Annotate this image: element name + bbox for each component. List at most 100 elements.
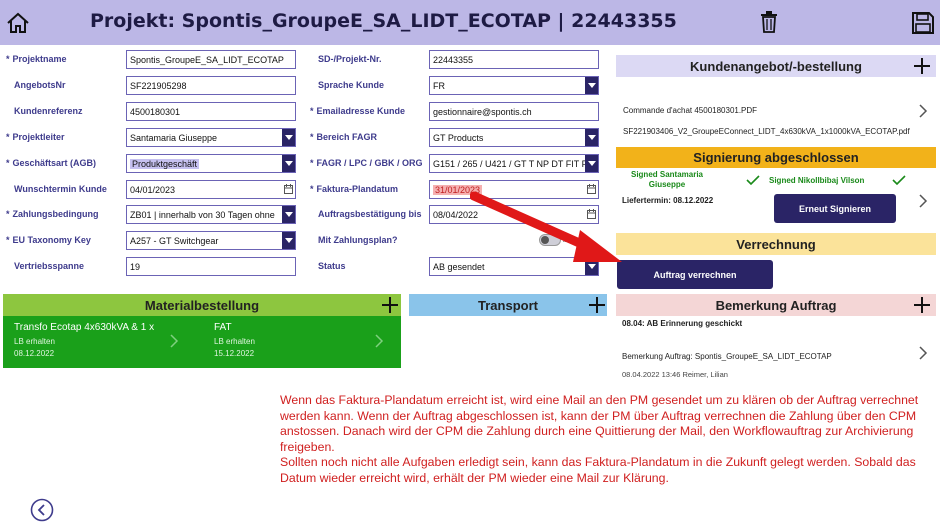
field-value: G151 / 265 / U421 / GT T NP DT FIT FI	[433, 158, 590, 169]
bemerkung-header: Bemerkung Auftrag	[616, 294, 936, 316]
bemerkung-entry-meta: 08.04.2022 13:46 Reimer, Lilian	[622, 370, 728, 379]
add-bemerkung-icon[interactable]	[914, 297, 930, 313]
dropdown-arrow-icon[interactable]	[282, 128, 295, 146]
dropdown-arrow-icon[interactable]	[585, 154, 598, 172]
header-bar: Projekt: Spontis_GroupeE_SA_LIDT_ECOTAP …	[0, 0, 940, 45]
dropdown-arrow-icon[interactable]	[585, 76, 598, 94]
text-field[interactable]: 19	[126, 257, 296, 277]
transport-header: Transport	[409, 294, 607, 316]
material-item[interactable]: Transfo Ecotap 4x630kVA & 1 x LB erhalten…	[14, 320, 199, 366]
check-icon	[892, 175, 906, 186]
kunden-header: Kundenangebot/-bestellung	[616, 55, 936, 77]
signer-2: Signed Nikollbibaj Vilson	[769, 176, 865, 185]
select-field[interactable]: GT Products	[429, 127, 599, 147]
field-value: 22443355	[433, 55, 474, 65]
bemerkung-note: 08.04: AB Erinnerung geschickt	[622, 319, 743, 328]
kunden-title: Kundenangebot/-bestellung	[690, 58, 862, 74]
field-value: gestionnaire@spontis.ch	[433, 106, 532, 117]
required-marker: *	[6, 157, 10, 168]
select-field[interactable]: Produktgeschäft	[126, 153, 296, 173]
field-label: Kundenreferenz	[14, 105, 83, 116]
field-value: 04/01/2023	[130, 184, 176, 195]
add-kunden-icon[interactable]	[914, 58, 930, 74]
transport-title: Transport	[478, 297, 538, 313]
home-icon[interactable]	[5, 10, 31, 36]
select-field[interactable]: G151 / 265 / U421 / GT T NP DT FIT FI	[429, 153, 599, 173]
bemerkung-title: Bemerkung Auftrag	[715, 297, 837, 313]
back-icon[interactable]	[30, 498, 54, 522]
field-label: Wunschtermin Kunde	[14, 183, 107, 194]
required-marker: *	[310, 157, 314, 168]
kunden-doc-2[interactable]: SF221903406_V2_GroupeEConnect_LIDT_4x630…	[623, 127, 913, 137]
select-field[interactable]: ZB01 | innerhalb von 30 Tagen ohne	[126, 205, 296, 225]
required-marker: *	[6, 209, 10, 220]
trash-icon[interactable]	[758, 10, 780, 34]
chevron-right-icon[interactable]	[374, 334, 384, 348]
add-material-icon[interactable]	[382, 297, 398, 313]
verrechnung-header: Verrechnung	[616, 233, 936, 255]
signer-1: Signed Santamaria Giuseppe	[630, 170, 704, 189]
text-field[interactable]: 4500180301	[126, 101, 296, 121]
field-value: Spontis_GroupeE_SA_LIDT_ECOTAP	[130, 55, 284, 65]
calendar-icon[interactable]	[284, 183, 293, 194]
annotation-text: Wenn das Faktura-Plandatum erreicht ist,…	[280, 393, 930, 487]
required-marker: *	[6, 131, 10, 142]
annotation-para-1: Wenn das Faktura-Plandatum erreicht ist,…	[280, 393, 919, 454]
select-field[interactable]: FR	[429, 75, 599, 95]
select-field[interactable]: A257 - GT Switchgear	[126, 231, 296, 251]
annotation-para-2: Sollten noch nicht alle Aufgaben erledig…	[280, 455, 916, 485]
dropdown-arrow-icon[interactable]	[282, 206, 295, 224]
field-value: GT Products	[433, 132, 484, 143]
text-field[interactable]: SF221905298	[126, 75, 296, 95]
dropdown-arrow-icon[interactable]	[282, 232, 295, 250]
liefertermin: Liefertermin: 08.12.2022	[622, 196, 714, 205]
auftrag-verrechnen-button[interactable]: Auftrag verrechnen	[617, 260, 773, 289]
chevron-right-icon[interactable]	[918, 346, 928, 360]
field-label: Mit Zahlungsplan?	[318, 235, 398, 246]
required-marker: *	[6, 54, 10, 64]
check-icon	[746, 175, 760, 186]
field-label: * Projektleiter	[6, 131, 65, 142]
text-field[interactable]: 22443355	[429, 50, 599, 69]
field-label: Sprache Kunde	[318, 79, 385, 90]
field-value: Produktgeschäft	[130, 158, 200, 169]
annotation-arrow	[470, 191, 622, 262]
chevron-right-icon[interactable]	[918, 194, 928, 208]
required-marker: *	[310, 183, 314, 194]
field-label: Auftragsbestätigung bis	[318, 209, 422, 220]
field-value: 4500180301	[130, 106, 181, 117]
material-header: Materialbestellung	[3, 294, 401, 316]
text-field[interactable]: gestionnaire@spontis.ch	[429, 101, 599, 121]
signierung-header: Signierung abgeschlossen	[616, 147, 936, 168]
field-label: * EU Taxonomy Key	[6, 235, 91, 246]
required-marker: *	[6, 235, 10, 246]
select-field[interactable]: Santamaria Giuseppe	[126, 127, 296, 147]
signierung-title: Signierung abgeschlossen	[693, 150, 859, 165]
field-label: Vertriebsspanne	[14, 261, 85, 272]
bemerkung-entry[interactable]: Bemerkung Auftrag: Spontis_GroupeE_SA_LI…	[622, 352, 832, 361]
verrechnung-title: Verrechnung	[736, 236, 816, 252]
field-label: * Faktura-Plandatum	[310, 183, 399, 194]
dropdown-arrow-icon[interactable]	[585, 128, 598, 146]
chevron-right-icon[interactable]	[169, 334, 179, 348]
add-transport-icon[interactable]	[589, 297, 605, 313]
page-title: Projekt: Spontis_GroupeE_SA_LIDT_ECOTAP …	[90, 10, 677, 32]
field-label: AngebotsNr	[14, 79, 66, 90]
material-title: Materialbestellung	[144, 297, 260, 313]
required-marker: *	[310, 131, 314, 142]
text-field[interactable]: Spontis_GroupeE_SA_LIDT_ECOTAP	[126, 50, 296, 69]
kunden-doc-1[interactable]: Commande d'achat 4500180301.PDF	[623, 106, 893, 115]
date-field[interactable]: 04/01/2023	[126, 179, 296, 199]
erneut-signieren-button[interactable]: Erneut Signieren	[774, 194, 896, 223]
dropdown-arrow-icon[interactable]	[282, 154, 295, 172]
material-item-date: 08.12.2022	[14, 349, 55, 358]
field-label: * Zahlungsbedingung	[6, 209, 99, 220]
chevron-right-icon[interactable]	[918, 104, 928, 118]
material-item-date: 15.12.2022	[214, 349, 255, 358]
material-item[interactable]: FAT LB erhalten 15.12.2022	[214, 320, 399, 366]
material-item-name: FAT	[214, 322, 232, 333]
material-item-status: LB erhalten	[14, 337, 55, 346]
field-label: SD-/Projekt-Nr.	[318, 54, 382, 64]
field-label: * Geschäftsart (AGB)	[6, 157, 97, 168]
save-icon[interactable]	[910, 10, 936, 36]
